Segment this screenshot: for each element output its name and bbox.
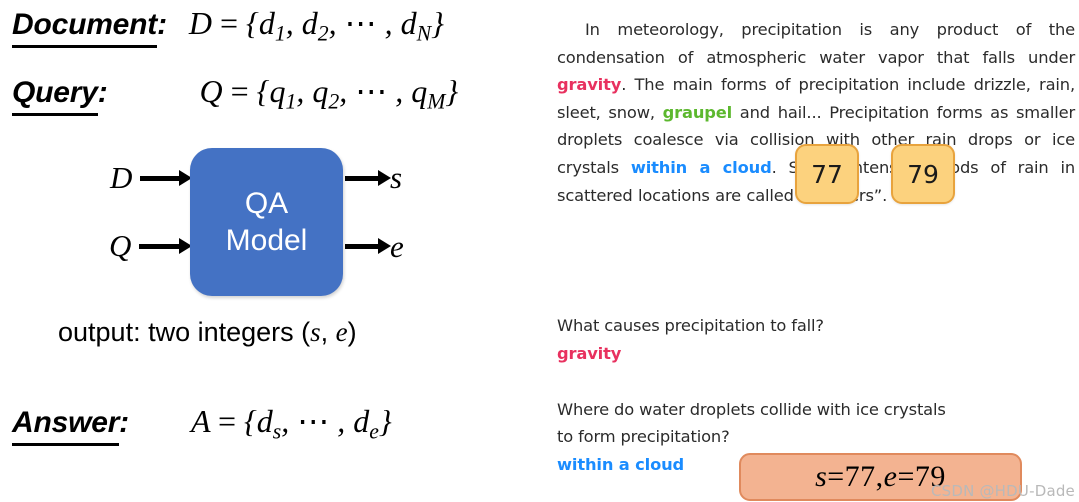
span-result-s-symbol: s (815, 460, 828, 493)
qa-1-answer: gravity (557, 344, 622, 363)
arrow-document-to-model-icon (140, 170, 192, 186)
query-definition-row: Query: Q = {q1, q2, ⋯ , qM} (12, 72, 459, 116)
span-result-separator: , (875, 460, 884, 493)
slide-canvas: Document: D = {d1, d2, ⋯ , dN} Query: Q … (0, 0, 1079, 502)
output-caption-end-symbol: e (335, 317, 348, 347)
qa-1-question: What causes precipitation to fall? (557, 316, 824, 335)
span-result-eq-2: = (897, 460, 915, 493)
diagram-output-end-symbol: e (390, 229, 404, 264)
passage-part-1: In meteorology, precipitation is any pro… (557, 20, 1075, 67)
query-formula: Q = {q1, q2, ⋯ , qM} (199, 73, 459, 114)
query-colon: : (97, 76, 108, 109)
qa-model-box: QA Model (190, 148, 343, 296)
arrow-model-to-end-icon (345, 238, 391, 254)
answer-definition-row: Answer: A = {ds, ⋯ , de} (12, 402, 392, 446)
arrow-model-to-start-icon (345, 170, 391, 186)
document-label-text: Document (12, 8, 157, 48)
span-result-s-value: 77 (844, 460, 876, 493)
qa-2-question-line-1: Where do water droplets collide with ice… (557, 400, 946, 419)
qa-model-line-2: Model (225, 224, 308, 257)
query-label: Query: (12, 76, 108, 116)
output-caption: output: two integers (s, e) (58, 317, 357, 348)
span-result-eq-1: = (827, 460, 845, 493)
diagram-output-start-symbol: s (390, 160, 403, 195)
span-result-e-value: 79 (914, 460, 946, 493)
qa-pair-1: What causes precipitation to fall? gravi… (557, 312, 1077, 367)
arrow-query-to-model-icon (139, 238, 192, 254)
document-label: Document: (12, 8, 167, 48)
document-definition-row: Document: D = {d1, d2, ⋯ , dN} (12, 4, 444, 48)
diagram-input-document-symbol: D (110, 160, 133, 195)
answer-label: Answer: (12, 406, 129, 446)
token-index-chip-end: 79 (891, 144, 955, 204)
passage-highlight-within-a-cloud: within a cloud (630, 157, 772, 177)
output-caption-start-symbol: s (310, 317, 321, 347)
document-colon: : (157, 8, 167, 41)
right-panel: In meteorology, precipitation is any pro… (545, 0, 1079, 502)
token-index-chip-start: 77 (795, 144, 859, 204)
answer-colon: : (119, 406, 129, 439)
document-formula: D = {d1, d2, ⋯ , dN} (188, 5, 444, 46)
answer-label-text: Answer (12, 406, 119, 446)
left-panel: Document: D = {d1, d2, ⋯ , dN} Query: Q … (0, 0, 545, 502)
qa-model-diagram: D Q QA Model s e (0, 130, 545, 310)
qa-2-question-line-2: to form precipitation? (557, 427, 730, 446)
qa-model-line-1: QA (244, 186, 289, 220)
passage-highlight-gravity: gravity (557, 75, 622, 95)
output-caption-prefix: output: two integers ( (58, 317, 311, 347)
answer-formula: A = {ds, ⋯ , de} (190, 403, 392, 444)
diagram-input-query-symbol: Q (109, 228, 132, 263)
passage-highlight-graupel: graupel (662, 102, 733, 122)
query-label-text: Query (12, 76, 98, 116)
span-result-box: s = 77, e = 79 (739, 453, 1022, 501)
output-caption-comma: , (320, 317, 336, 347)
output-caption-suffix: ) (347, 317, 357, 347)
span-result-e-symbol: e (883, 460, 898, 493)
